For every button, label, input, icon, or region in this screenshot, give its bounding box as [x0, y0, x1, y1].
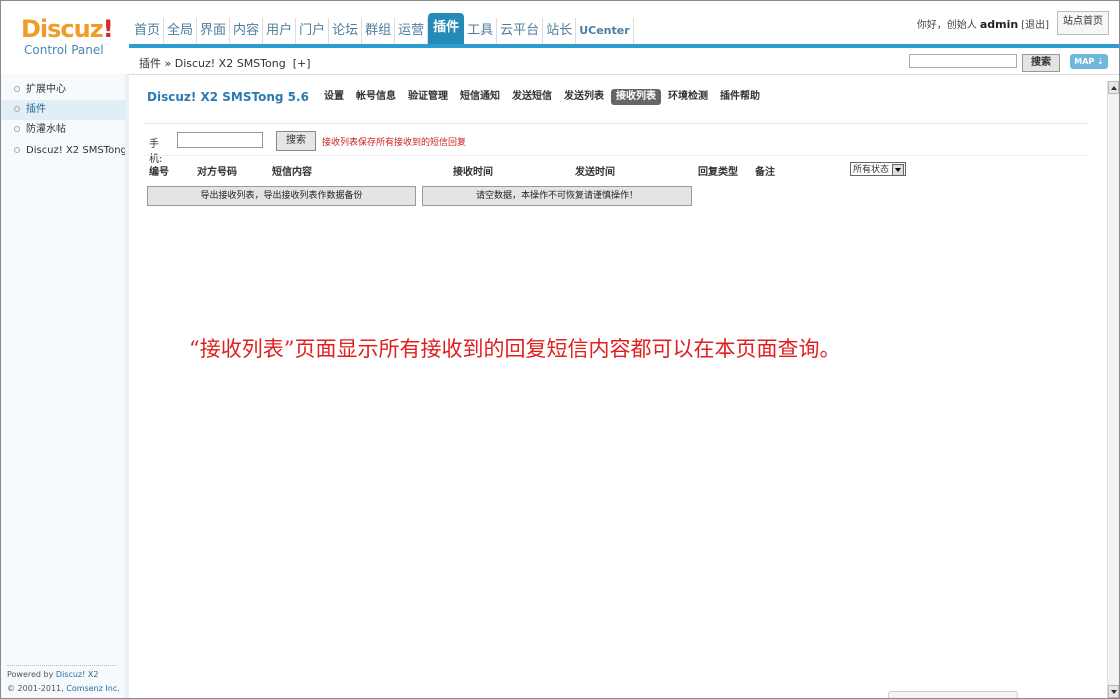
tab-receive-list[interactable]: 接收列表	[611, 89, 661, 105]
col-header-sent: 发送时间	[575, 167, 615, 178]
tab-account[interactable]: 帐号信息	[351, 89, 401, 105]
sidebar-item-plugins[interactable]: 插件	[1, 100, 125, 120]
nav-item-users[interactable]: 用户	[263, 18, 297, 46]
tab-env-check[interactable]: 环境检测	[663, 89, 713, 105]
nav-item-operation[interactable]: 运营	[395, 18, 429, 46]
divider	[143, 155, 1089, 156]
export-button[interactable]: 导出接收列表，导出接收列表作数据备份	[147, 186, 416, 206]
top-nav: 首页 全局 界面 内容 用户 门户 论坛 群组 运营 插件 工具 云平台 站长 …	[131, 13, 634, 46]
tab-verification[interactable]: 验证管理	[403, 89, 453, 105]
logout-link[interactable]: [退出]	[1021, 20, 1049, 31]
bullet-icon	[14, 126, 20, 132]
bullet-icon	[14, 106, 20, 112]
copyright-text: © 2001-2011,	[7, 684, 67, 693]
status-select[interactable]: 所有状态	[850, 162, 906, 176]
bullet-icon	[14, 147, 20, 153]
tab-send-list[interactable]: 发送列表	[559, 89, 609, 105]
chevron-down-icon	[892, 164, 904, 176]
nav-item-webmaster[interactable]: 站长	[543, 18, 577, 46]
search-hint: 接收列表保存所有接收到的短信回复	[322, 138, 467, 148]
nav-item-content[interactable]: 内容	[230, 18, 264, 46]
col-header-phone: 对方号码	[197, 167, 237, 178]
clear-data-button[interactable]: 请空数据，本操作不可恢复请谨慎操作！	[422, 186, 692, 206]
scroll-up-arrow-icon[interactable]	[1108, 81, 1119, 94]
sidebar-item-extensions[interactable]: 扩展中心	[1, 80, 125, 100]
main-content: Discuz! X2 SMSTong 5.6 设置 帐号信息 验证管理 短信通知…	[129, 75, 1107, 698]
nav-item-tools[interactable]: 工具	[464, 18, 498, 46]
copyright-link[interactable]: Comsenz Inc.	[66, 684, 120, 693]
tab-settings[interactable]: 设置	[319, 89, 349, 105]
user-bar: 你好，创始人 admin [退出]	[917, 16, 1049, 31]
col-header-id: 编号	[149, 167, 169, 178]
table-header: 编号 对方号码 短信内容 接收时间 发送时间 回复类型 备注 所有状态	[149, 162, 1049, 179]
bullet-icon	[14, 86, 20, 92]
site-home-button[interactable]: 站点首页	[1057, 11, 1109, 35]
tab-sms-notify[interactable]: 短信通知	[455, 89, 505, 105]
nav-item-plugins[interactable]: 插件	[428, 13, 465, 46]
breadcrumb-path[interactable]: 插件 » Discuz! X2 SMSTong	[139, 57, 286, 70]
powered-link[interactable]: Discuz! X2	[56, 670, 99, 679]
search-button[interactable]: 搜索	[276, 131, 316, 151]
powered-text: Powered by	[7, 670, 56, 679]
greeting-text: 你好，创始人	[916, 20, 977, 31]
sidebar-item-label: 扩展中心	[26, 84, 66, 95]
col-header-note: 备注	[755, 167, 775, 178]
phone-input[interactable]	[177, 132, 263, 148]
header: Discuz! Control Panel 首页 全局 界面 内容 用户 门户 …	[1, 1, 1119, 57]
app-window: Discuz! Control Panel 首页 全局 界面 内容 用户 门户 …	[0, 0, 1120, 699]
nav-item-forum[interactable]: 论坛	[329, 18, 363, 46]
logo-text: Discuz	[21, 15, 104, 43]
map-button[interactable]: MAP ⇣	[1070, 54, 1108, 69]
phone-label: 手机:	[149, 139, 163, 165]
col-header-received: 接收时间	[453, 167, 493, 178]
sidebar-item-smstong[interactable]: Discuz! X2 SMSTong	[1, 141, 125, 161]
breadcrumb-add-button[interactable]: [+]	[293, 57, 311, 70]
sidebar-item-label: 插件	[26, 104, 46, 115]
control-panel-label: Control Panel	[24, 43, 104, 57]
discuz-logo[interactable]: Discuz!	[21, 15, 114, 43]
copyright: © 2001-2011, Comsenz Inc.	[7, 684, 120, 693]
status-select-value: 所有状态	[853, 165, 890, 175]
sidebar-item-antispam[interactable]: 防灌水帖	[1, 120, 125, 140]
scroll-down-arrow-icon[interactable]	[1108, 685, 1119, 698]
tab-plugin-help[interactable]: 插件帮助	[715, 89, 765, 105]
nav-item-portal[interactable]: 门户	[296, 18, 330, 46]
tab-send-sms[interactable]: 发送短信	[507, 89, 557, 105]
nav-item-global[interactable]: 全局	[164, 18, 198, 46]
sidebar-item-label: Discuz! X2 SMSTong	[26, 145, 125, 156]
header-search-input[interactable]	[909, 54, 1017, 68]
nav-item-group[interactable]: 群组	[362, 18, 396, 46]
sidebar-divider	[7, 665, 117, 666]
vertical-scrollbar[interactable]	[1107, 81, 1119, 698]
col-header-content: 短信内容	[272, 167, 312, 178]
sidebar-item-label: 防灌水帖	[26, 124, 66, 135]
breadcrumb: 插件 » Discuz! X2 SMSTong [+]	[139, 55, 311, 71]
nav-item-ucenter[interactable]: UCenter	[576, 18, 634, 46]
divider	[143, 123, 1089, 124]
header-search-button[interactable]: 搜索	[1022, 54, 1060, 72]
nav-item-cloud[interactable]: 云平台	[497, 18, 544, 46]
annotation-text: “接收列表”页面显示所有接收到的回复短信内容都可以在本页面查询。	[189, 337, 841, 361]
nav-item-style[interactable]: 界面	[197, 18, 231, 46]
plugin-title: Discuz! X2 SMSTong 5.6	[147, 90, 309, 104]
powered-by: Powered by Discuz! X2	[7, 670, 98, 679]
logo-mark: !	[102, 15, 114, 43]
sub-header: 插件 » Discuz! X2 SMSTong [+] 搜索 MAP ⇣	[129, 49, 1119, 75]
header-accent-line	[129, 44, 1119, 48]
sidebar: 扩展中心 插件 防灌水帖 Discuz! X2 SMSTong Powered …	[1, 74, 129, 698]
username: admin	[979, 18, 1019, 31]
plugin-tabs: 设置 帐号信息 验证管理 短信通知 发送短信 发送列表 接收列表 环境检测 插件…	[319, 89, 767, 105]
col-header-reply-type: 回复类型	[698, 167, 738, 178]
nav-item-home[interactable]: 首页	[131, 18, 165, 46]
floating-widget[interactable]	[888, 691, 1018, 698]
